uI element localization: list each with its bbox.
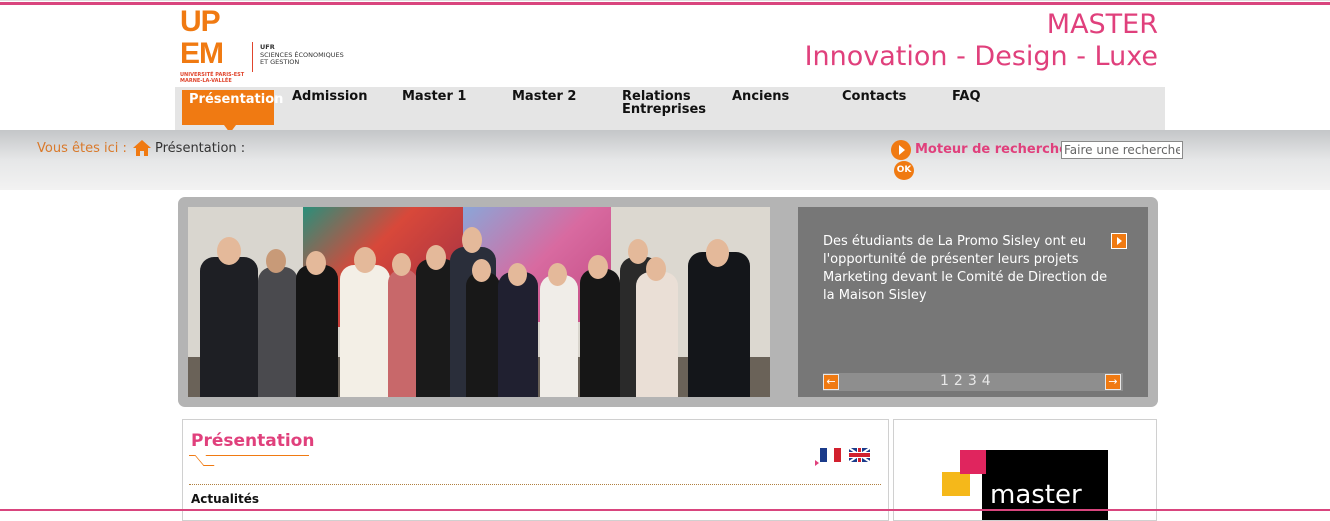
nav-item-admission[interactable]: Admission bbox=[292, 90, 368, 103]
french-flag-icon[interactable] bbox=[820, 448, 841, 462]
breadcrumb-band bbox=[0, 130, 1330, 190]
breadcrumb-label: Vous êtes ici : bbox=[37, 141, 127, 156]
breadcrumb-current: Présentation : bbox=[155, 141, 246, 156]
logo-university-name: UNIVERSITÉ PARIS-EST MARNE-LA-VALLÉE bbox=[180, 72, 245, 84]
slider-pager: ← 1234 → bbox=[823, 373, 1123, 391]
slider-page-3[interactable]: 3 bbox=[968, 373, 977, 389]
search-label: Moteur de recherche bbox=[915, 142, 1068, 157]
home-icon[interactable] bbox=[132, 139, 152, 157]
site-title: MASTER Innovation - Design - Luxe bbox=[805, 10, 1158, 74]
nav-item-relations-entreprises[interactable]: Relations Entreprises bbox=[622, 90, 706, 116]
news-slider: Des étudiants de La Promo Sisley ont eu … bbox=[178, 197, 1158, 407]
nav-item-faq[interactable]: FAQ bbox=[952, 90, 981, 103]
nav-item-master-2[interactable]: Master 2 bbox=[512, 90, 576, 103]
slider-next-button[interactable]: → bbox=[1105, 374, 1121, 390]
main-nav: Présentation Admission Master 1 Master 2… bbox=[175, 87, 1165, 133]
site-title-line1: MASTER bbox=[1046, 9, 1158, 40]
slider-page-numbers: 1234 bbox=[940, 373, 996, 389]
upem-logo[interactable]: UP EM UNIVERSITÉ PARIS-EST MARNE-LA-VALL… bbox=[180, 6, 350, 88]
search-input[interactable] bbox=[1061, 141, 1183, 159]
nav-item-contacts[interactable]: Contacts bbox=[842, 90, 906, 103]
search-ok-button[interactable]: OK bbox=[894, 161, 914, 180]
section-heading-actualites: Actualités bbox=[191, 492, 260, 506]
nav-item-master-1[interactable]: Master 1 bbox=[402, 90, 466, 103]
slider-page-1[interactable]: 1 bbox=[940, 373, 949, 389]
slide-caption[interactable]: Des étudiants de La Promo Sisley ont eu … bbox=[823, 233, 1118, 305]
nav-item-anciens[interactable]: Anciens bbox=[732, 90, 789, 103]
logo-wordmark: UP EM bbox=[180, 5, 224, 70]
main-content: Présentation Actualités bbox=[182, 419, 889, 521]
logo-ufr-text: UFR SCIENCES ÉCONOMIQUES ET GESTION bbox=[260, 43, 344, 66]
master-logo-text: master bbox=[990, 480, 1082, 510]
english-flag-icon[interactable] bbox=[849, 448, 870, 462]
nav-item-presentation[interactable]: Présentation bbox=[182, 90, 283, 133]
slider-page-4[interactable]: 4 bbox=[982, 373, 991, 389]
sidebar-box: master bbox=[893, 419, 1157, 521]
language-marker-icon bbox=[815, 460, 819, 466]
site-title-line2: Innovation - Design - Luxe bbox=[804, 41, 1158, 72]
caption-next-arrow-icon[interactable] bbox=[1111, 233, 1127, 249]
slide-photo[interactable] bbox=[188, 207, 770, 397]
slider-prev-button[interactable]: ← bbox=[823, 374, 839, 390]
slide-caption-panel: Des étudiants de La Promo Sisley ont eu … bbox=[798, 207, 1148, 397]
search-arrow-icon bbox=[891, 140, 911, 160]
content-title: Présentation bbox=[191, 431, 315, 451]
slider-page-2[interactable]: 2 bbox=[954, 373, 963, 389]
